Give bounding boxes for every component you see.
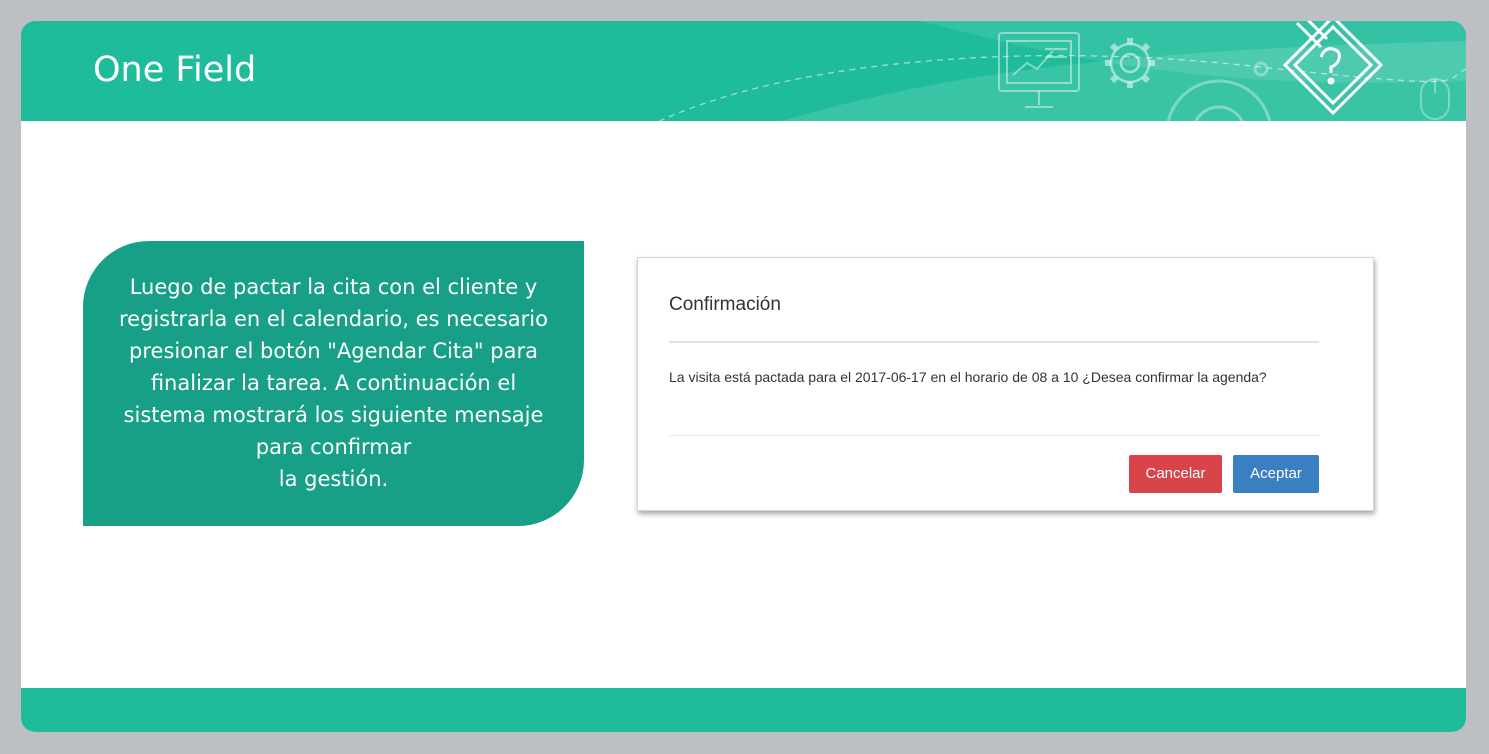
callout-line: presionar el botón "Agendar Cita" para: [129, 339, 538, 363]
dialog-divider: [669, 435, 1319, 436]
dialog-divider: [669, 341, 1319, 343]
accept-button[interactable]: Aceptar: [1233, 455, 1319, 493]
callout-line: la gestión.: [278, 467, 389, 491]
confirmation-dialog: Confirmación La visita está pactada para…: [637, 257, 1374, 511]
dialog-message: La visita está pactada para el 2017-06-1…: [669, 369, 1267, 385]
page-title: One Field: [93, 50, 257, 90]
instruction-callout: Luego de pactar la cita con el cliente y…: [83, 241, 584, 526]
slide: One Field Luego de pactar la cita con el…: [21, 21, 1466, 732]
callout-line: finalizar la tarea. A continuación el: [150, 371, 517, 395]
footer-bar: [21, 688, 1466, 732]
cancel-button[interactable]: Cancelar: [1129, 455, 1222, 493]
callout-line: registrarla en el calendario, es necesar…: [119, 307, 548, 331]
callout-line: sistema mostrará los siguiente mensaje: [123, 403, 544, 427]
callout-line: Luego de pactar la cita con el cliente y: [129, 275, 538, 299]
header-banner: One Field: [21, 21, 1466, 121]
callout-line: para confirmar: [255, 435, 412, 459]
dialog-title: Confirmación: [669, 294, 781, 315]
